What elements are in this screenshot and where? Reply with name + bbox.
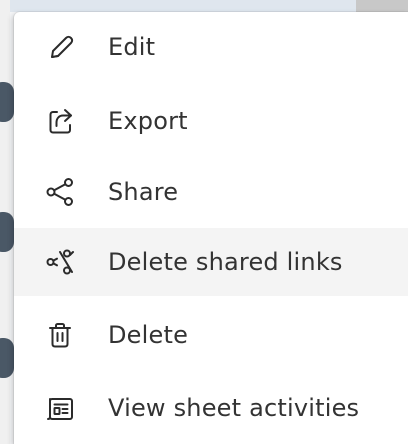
menu-item-label: Edit (108, 33, 156, 61)
export-icon (44, 105, 76, 137)
menu-item-label: View sheet activities (108, 394, 360, 422)
menu-item-delete-shared-links[interactable]: Delete shared links (14, 228, 408, 296)
background-avatar (0, 82, 14, 122)
share-icon (44, 176, 76, 208)
menu-item-delete[interactable]: Delete (14, 301, 408, 369)
pencil-icon (44, 31, 76, 63)
trash-icon (44, 319, 76, 351)
menu-item-label: Share (108, 178, 179, 206)
menu-item-view-sheet-activities[interactable]: View sheet activities (14, 374, 408, 442)
unlink-share-icon (44, 246, 76, 278)
menu-item-export[interactable]: Export (14, 87, 408, 155)
menu-item-share[interactable]: Share (14, 158, 408, 226)
menu-item-edit[interactable]: Edit (14, 13, 408, 81)
menu-item-label: Delete (108, 321, 189, 349)
background-header (0, 0, 408, 12)
menu-item-label: Delete shared links (108, 248, 343, 276)
background-avatar (0, 212, 14, 252)
activity-log-icon (44, 392, 76, 424)
background-avatar (0, 338, 14, 378)
context-menu: Edit Export Share Delete shared links De… (14, 12, 408, 444)
menu-item-label: Export (108, 107, 188, 135)
